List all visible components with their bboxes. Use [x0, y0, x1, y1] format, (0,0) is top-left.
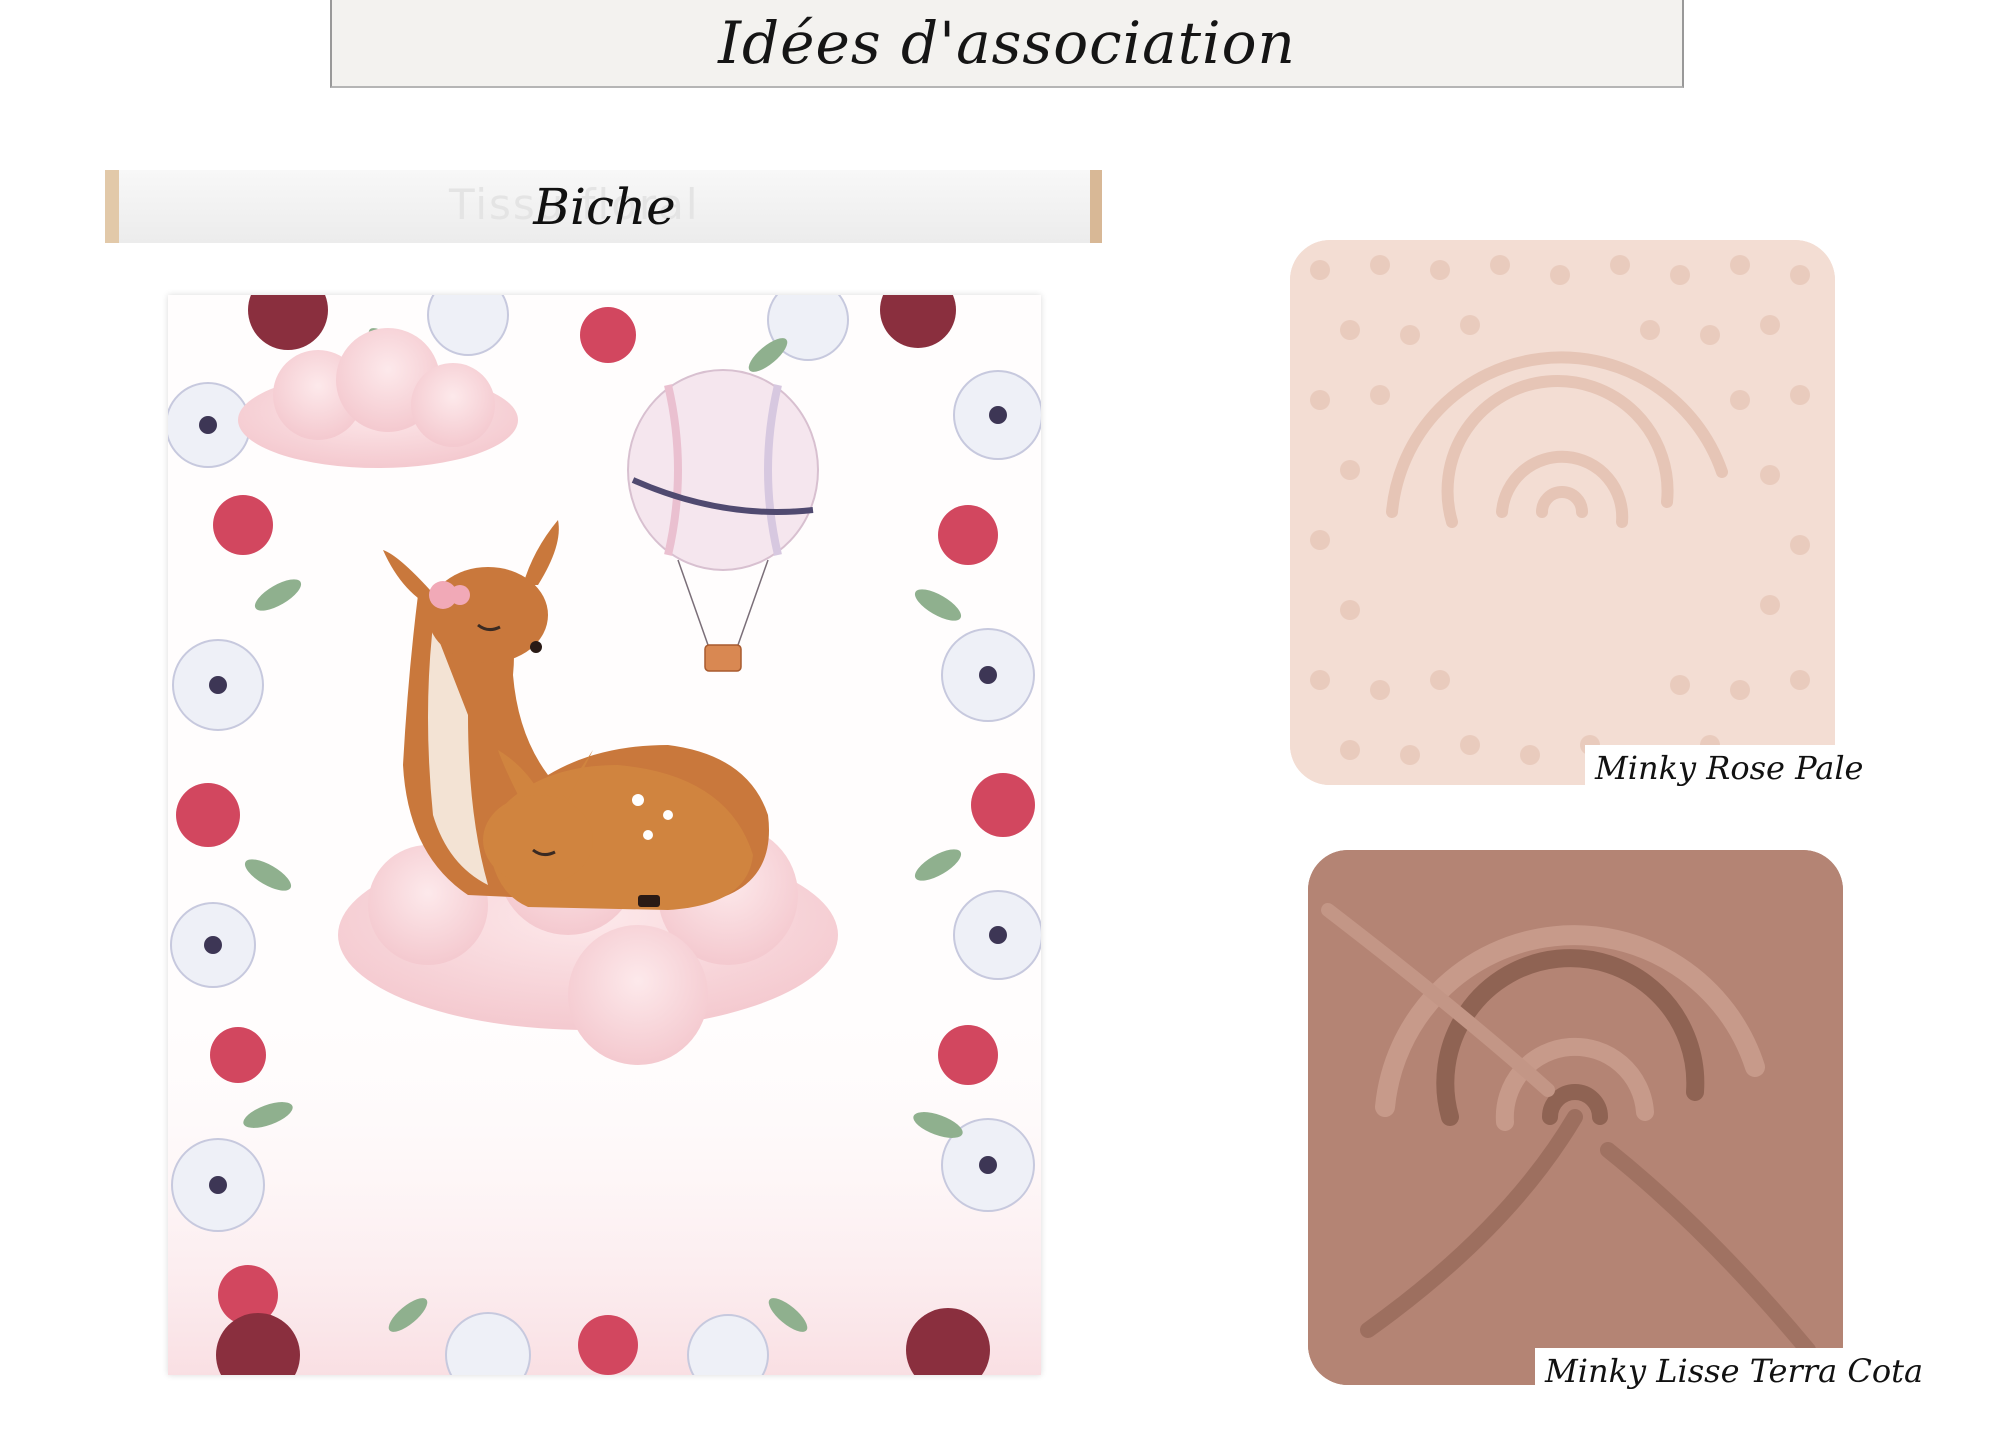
- minky-smooth-texture: [1308, 850, 1843, 1385]
- fabric-panel-image: [168, 295, 1041, 1375]
- title-banner: Idées d'association: [330, 0, 1684, 88]
- fabric-roll-band: Tissu floral Biche: [105, 170, 1102, 243]
- page-title: Idées d'association: [718, 9, 1296, 77]
- deer-illustration: [168, 295, 1041, 1375]
- swatch-minky-lisse-terra-cota: [1308, 850, 1843, 1385]
- fabric-name: Biche: [533, 177, 676, 236]
- minky-dot-texture: [1290, 240, 1835, 785]
- swatch-minky-rose-pale: [1290, 240, 1835, 785]
- swatch-label-terra-cota: Minky Lisse Terra Cota: [1535, 1348, 1934, 1394]
- swatch-label-rose-pale: Minky Rose Pale: [1585, 745, 1874, 791]
